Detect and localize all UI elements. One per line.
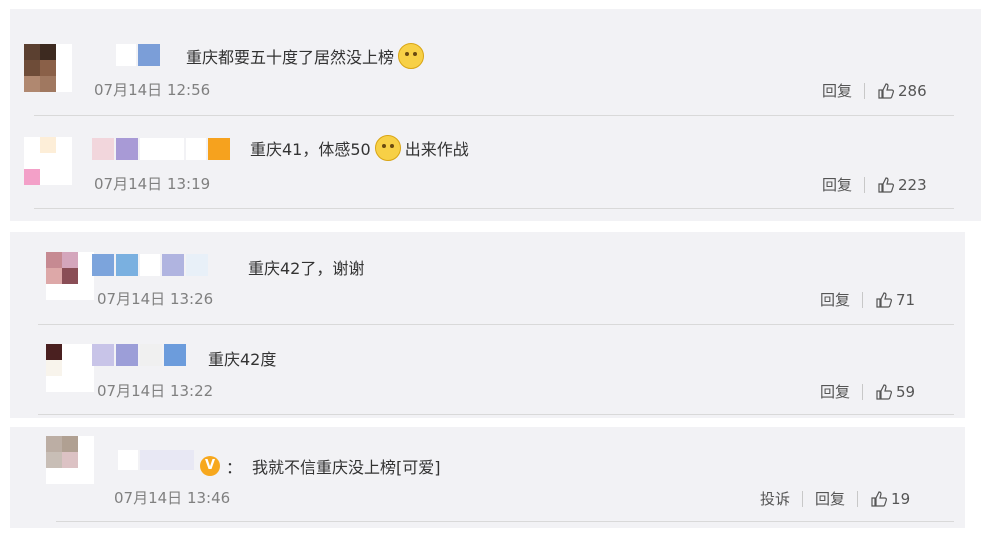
comment-actions: 回复 286: [822, 80, 927, 101]
cat-face-emoji: [374, 135, 401, 161]
thumbs-up-icon: [878, 176, 894, 193]
thumbs-up-icon: [878, 82, 894, 99]
report-button[interactable]: 投诉: [760, 488, 790, 509]
comment-text: 重庆都要五十度了居然没上榜: [186, 43, 428, 69]
username-blurred[interactable]: [92, 138, 230, 160]
comment-text: 重庆41，体感50 出来作战: [250, 135, 469, 161]
like-count: 71: [896, 290, 916, 309]
divider: [864, 176, 866, 193]
comment-text-body: 重庆42了，谢谢: [248, 259, 365, 278]
divider: [802, 490, 804, 507]
comment-actions: 回复 71: [820, 289, 915, 310]
divider: [862, 291, 864, 308]
avatar[interactable]: [46, 344, 94, 392]
like-count: 223: [898, 175, 927, 194]
like-count: 59: [896, 382, 916, 401]
like-count: 286: [898, 81, 927, 100]
divider: [864, 82, 866, 99]
comment-time: 07月14日 12:56: [94, 81, 211, 99]
reply-button[interactable]: 回复: [822, 174, 852, 195]
comment-text: V ： 我就不信重庆没上榜[可爱]: [200, 454, 441, 478]
thumbs-up-icon: [876, 291, 892, 308]
username-blurred[interactable]: [116, 44, 160, 66]
reply-button[interactable]: 回复: [822, 80, 852, 101]
avatar[interactable]: [24, 44, 72, 92]
reply-button[interactable]: 回复: [815, 488, 845, 509]
comment-text-body: 重庆都要五十度了居然没上榜: [186, 48, 395, 67]
reply-button[interactable]: 回复: [820, 381, 850, 402]
comment-actions: 回复 223: [822, 174, 927, 195]
comment-time: 07月14日 13:19: [94, 175, 211, 193]
reply-button[interactable]: 回复: [820, 289, 850, 310]
avatar[interactable]: [46, 436, 94, 484]
divider: [56, 521, 954, 522]
divider: [34, 208, 954, 209]
divider: [38, 414, 954, 415]
like-button[interactable]: 223: [877, 176, 927, 194]
comment-text-body: 重庆42度: [208, 350, 277, 369]
sleepy-face-emoji: [398, 43, 425, 69]
thumbs-up-icon: [876, 383, 892, 400]
verified-badge-icon: V: [200, 456, 220, 476]
like-button[interactable]: 59: [875, 383, 915, 401]
like-button[interactable]: 286: [877, 82, 927, 100]
divider: [862, 383, 864, 400]
like-button[interactable]: 19: [870, 490, 910, 508]
comment-card-3: [10, 427, 965, 528]
comment-text-body: 我就不信重庆没上榜[可爱]: [252, 458, 441, 477]
comment-time: 07月14日 13:46: [114, 489, 231, 507]
comment-actions: 回复 59: [820, 381, 915, 402]
comment-actions: 投诉 回复 19: [760, 488, 910, 509]
comment-text: 重庆42了，谢谢: [248, 255, 364, 279]
avatar[interactable]: [46, 252, 94, 300]
comment-text: 重庆42度: [208, 346, 276, 370]
divider: [38, 324, 954, 325]
username-blurred[interactable]: [92, 344, 186, 366]
like-button[interactable]: 71: [875, 291, 915, 309]
comment-text-body: 出来作战: [404, 140, 469, 159]
thumbs-up-icon: [871, 490, 888, 507]
like-count: 19: [891, 489, 911, 508]
comment-time: 07月14日 13:22: [97, 382, 214, 400]
comment-text-body: 重庆41，体感50: [250, 140, 371, 159]
divider: [857, 490, 859, 507]
comment-time: 07月14日 13:26: [97, 290, 214, 308]
divider: [34, 115, 954, 116]
colon: ：: [226, 458, 243, 477]
username-blurred[interactable]: [118, 450, 194, 470]
username-blurred[interactable]: [92, 254, 208, 276]
avatar[interactable]: [24, 137, 72, 185]
